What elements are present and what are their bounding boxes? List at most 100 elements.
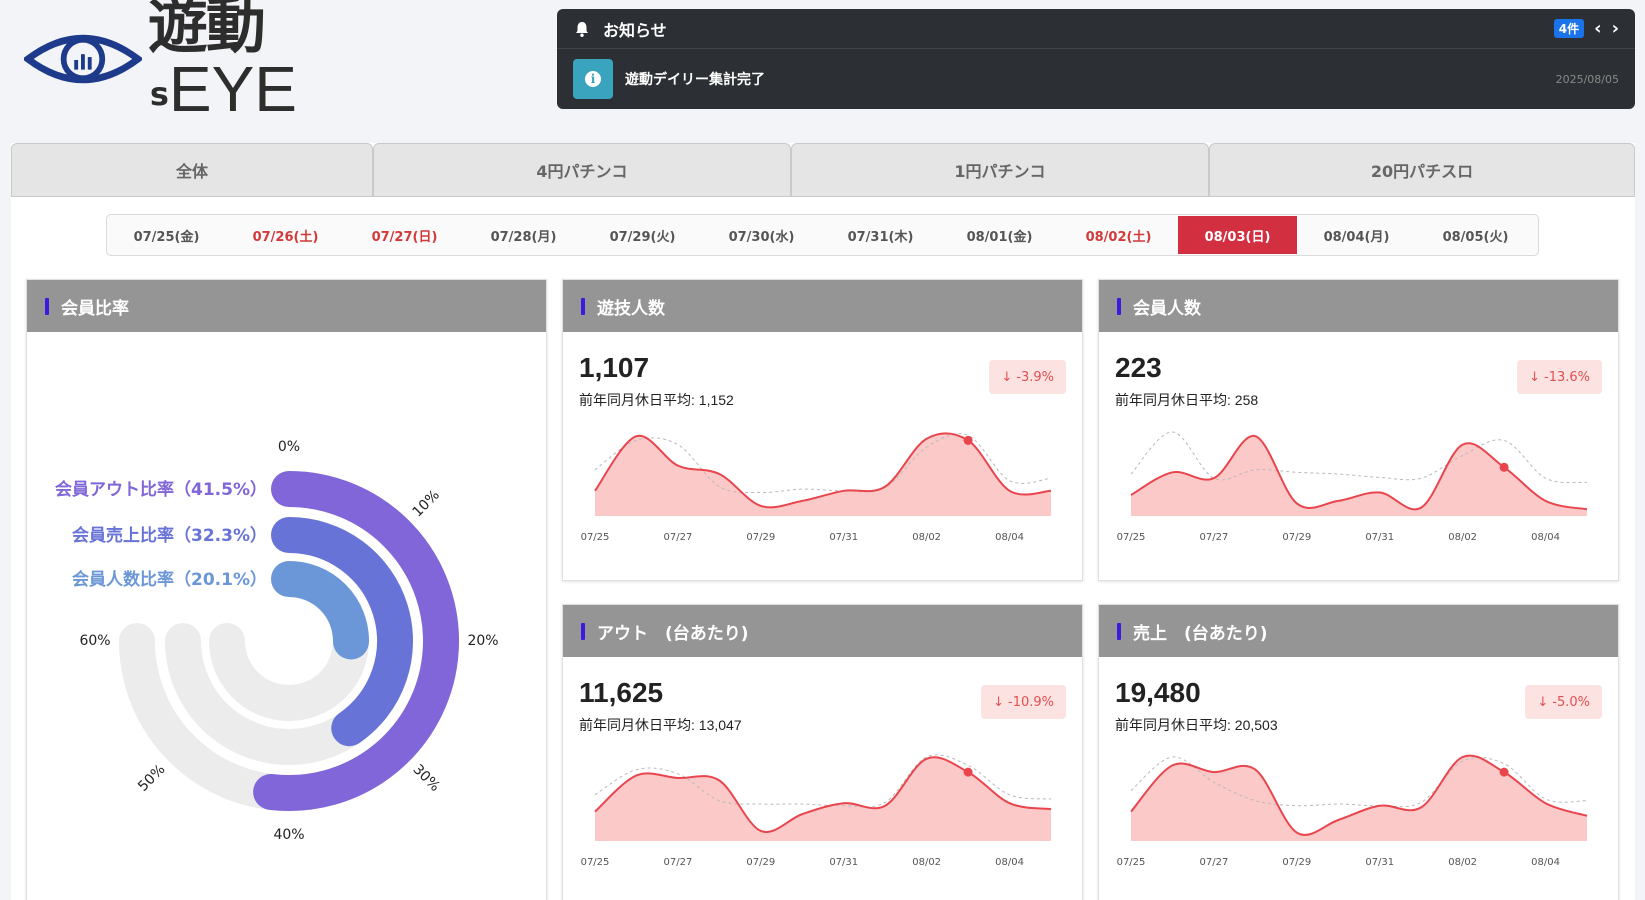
x-tick-label: 08/02	[912, 532, 941, 543]
ratio-axis-tick: 40%	[273, 827, 304, 843]
x-tick-label: 07/29	[1282, 532, 1311, 543]
metric-value: 11,625	[579, 677, 664, 708]
visitors-card: 遊技人数 1,107 前年同月休日平均: 1,152 ↓ -3.9% 07/25 07/27…	[562, 279, 1083, 581]
x-tick-label: 07/29	[1282, 857, 1311, 868]
x-tick-label: 08/02	[1448, 532, 1477, 543]
member-ratio-card: 会員比率 会員アウト比率（41.5%） 会員売上比率（32.3%） 会員人数比率（2…	[26, 279, 547, 900]
date-button[interactable]: 07/30(水)	[702, 216, 821, 254]
date-button[interactable]: 07/26(土)	[226, 216, 345, 254]
sparkline-chart: 07/25 07/27 07/29 07/31 08/02 08/04	[581, 754, 1052, 868]
tab-4yen-pachinko[interactable]: 4円パチンコ	[373, 143, 791, 197]
sparkline-chart: 07/25 07/27 07/29 07/31 08/02 08/04	[581, 432, 1052, 543]
ratio-axis-tick: 60%	[79, 633, 110, 649]
x-tick-label: 07/27	[663, 532, 692, 543]
ratio-series-label: 会員売上比率（32.3%）	[72, 525, 267, 546]
x-tick-label: 08/04	[1531, 857, 1560, 868]
ratio-axis-tick: 10%	[410, 487, 443, 520]
metric-value: 19,480	[1115, 677, 1201, 708]
member-ratio-chart: 会員アウト比率（41.5%） 会員売上比率（32.3%） 会員人数比率（20.1%）…	[55, 439, 499, 843]
x-tick-label: 07/31	[829, 532, 858, 543]
bell-icon	[576, 21, 588, 37]
notice-message: 遊動デイリー集計完了	[625, 72, 765, 88]
sparkline-chart: 07/25 07/27 07/29 07/31 08/02 08/04	[1117, 431, 1588, 543]
ratio-axis-tick: 30%	[410, 762, 443, 795]
arrow-down-icon: ↓	[1537, 694, 1549, 710]
selected-day-point	[963, 767, 973, 777]
eye-logo-icon	[24, 34, 142, 84]
x-tick-label: 08/04	[995, 532, 1024, 543]
delta-badge: ↓ -5.0%	[1525, 685, 1602, 719]
selected-day-point	[963, 435, 973, 445]
ratio-axis-tick: 0%	[278, 439, 300, 455]
date-button[interactable]: 08/02(土)	[1059, 216, 1178, 254]
notice-date: 2025/08/05	[1555, 72, 1619, 86]
delta-badge: ↓ -3.9%	[989, 360, 1066, 394]
tab-all[interactable]: 全体	[11, 143, 373, 197]
date-button[interactable]: 08/05(火)	[1416, 216, 1535, 254]
metric-value: 223	[1115, 352, 1162, 383]
metric-comparison: 前年同月休日平均: 258	[1115, 392, 1259, 408]
arrow-down-icon: ↓	[1001, 369, 1013, 385]
date-button[interactable]: 08/03(日)	[1178, 216, 1297, 254]
date-button[interactable]: 07/29(火)	[583, 216, 702, 254]
sales-per-machine-card: 売上 (台あたり) 19,480 前年同月休日平均: 20,503 ↓ -5.0% 07/…	[1098, 604, 1619, 900]
ratio-bar	[271, 561, 369, 660]
date-button[interactable]: 07/28(月)	[464, 216, 583, 254]
arrow-down-icon: ↓	[1529, 369, 1540, 385]
sparkline-area	[595, 757, 1051, 841]
x-tick-label: 07/25	[1117, 532, 1146, 543]
card-title: 遊技人数	[597, 298, 665, 319]
app-logo[interactable]: 遊動sEYE	[24, 0, 404, 121]
date-button[interactable]: 07/27(日)	[345, 216, 464, 254]
tab-20yen-pachislot[interactable]: 20円パチスロ	[1209, 143, 1635, 197]
category-tabs: 全体 4円パチンコ 1円パチンコ 20円パチスロ	[11, 143, 1635, 197]
metric-comparison: 前年同月休日平均: 20,503	[1115, 717, 1278, 733]
ratio-series-label: 会員アウト比率（41.5%）	[55, 479, 267, 500]
x-tick-label: 08/04	[995, 857, 1024, 868]
ratio-series-label: 会員人数比率（20.1%）	[72, 569, 267, 590]
date-button[interactable]: 07/25(金)	[107, 216, 226, 254]
date-button[interactable]: 08/04(月)	[1297, 216, 1416, 254]
notice-item[interactable]: i 遊動デイリー集計完了 2025/08/05	[557, 49, 1635, 109]
sparkline-area	[595, 433, 1051, 516]
notice-panel: お知らせ 4件 ‹ › i 遊動デイリー集計完了 2025/08/05	[557, 9, 1635, 109]
x-tick-label: 07/31	[829, 857, 858, 868]
logo-text: 遊動sEYE	[147, 0, 297, 125]
date-button[interactable]: 08/01(金)	[940, 216, 1059, 254]
chevron-right-icon[interactable]: ›	[1612, 18, 1619, 39]
metric-comparison: 前年同月休日平均: 1,152	[579, 392, 734, 408]
previous-year-line	[1130, 431, 1588, 484]
x-tick-label: 07/27	[1199, 532, 1228, 543]
x-tick-label: 08/04	[1531, 532, 1560, 543]
delta-badge: ↓ -13.6%	[1517, 360, 1602, 394]
tab-1yen-pachinko[interactable]: 1円パチンコ	[791, 143, 1209, 197]
x-tick-label: 07/31	[1365, 857, 1394, 868]
sparkline-chart: 07/25 07/27 07/29 07/31 08/02 08/04	[1117, 754, 1588, 868]
x-tick-label: 07/27	[1199, 857, 1228, 868]
date-button[interactable]: 07/31(木)	[821, 216, 940, 254]
x-tick-label: 07/29	[746, 857, 775, 868]
metric-value: 1,107	[579, 352, 650, 383]
notice-count-badge: 4件	[1553, 19, 1585, 38]
x-tick-label: 07/31	[1365, 532, 1394, 543]
selected-day-point	[1499, 462, 1509, 472]
card-title: アウト (台あたり)	[597, 623, 749, 644]
x-tick-label: 08/02	[912, 857, 941, 868]
ratio-axis-tick: 20%	[467, 633, 498, 649]
selected-day-point	[1499, 767, 1509, 777]
members-card: 会員人数 223 前年同月休日平均: 258 ↓ -13.6% 07/25 07/27 07/…	[1098, 279, 1619, 581]
ratio-axis-tick: 50%	[135, 762, 168, 795]
metric-comparison: 前年同月休日平均: 13,047	[579, 717, 742, 733]
notice-title: お知らせ	[603, 20, 667, 40]
chevron-left-icon[interactable]: ‹	[1594, 18, 1601, 39]
arrow-down-icon: ↓	[993, 694, 1004, 710]
date-selector: 07/25(金) 07/26(土) 07/27(日) 07/28(月) 07/29(火)…	[106, 214, 1539, 256]
card-title: 会員比率	[61, 298, 129, 319]
card-title: 会員人数	[1133, 298, 1201, 319]
delta-badge: ↓ -10.9%	[981, 685, 1066, 719]
card-title: 売上 (台あたり)	[1133, 623, 1268, 644]
info-icon: i	[573, 59, 613, 99]
x-tick-label: 07/25	[581, 532, 610, 543]
x-tick-label: 07/27	[663, 857, 692, 868]
x-tick-label: 07/29	[746, 532, 775, 543]
